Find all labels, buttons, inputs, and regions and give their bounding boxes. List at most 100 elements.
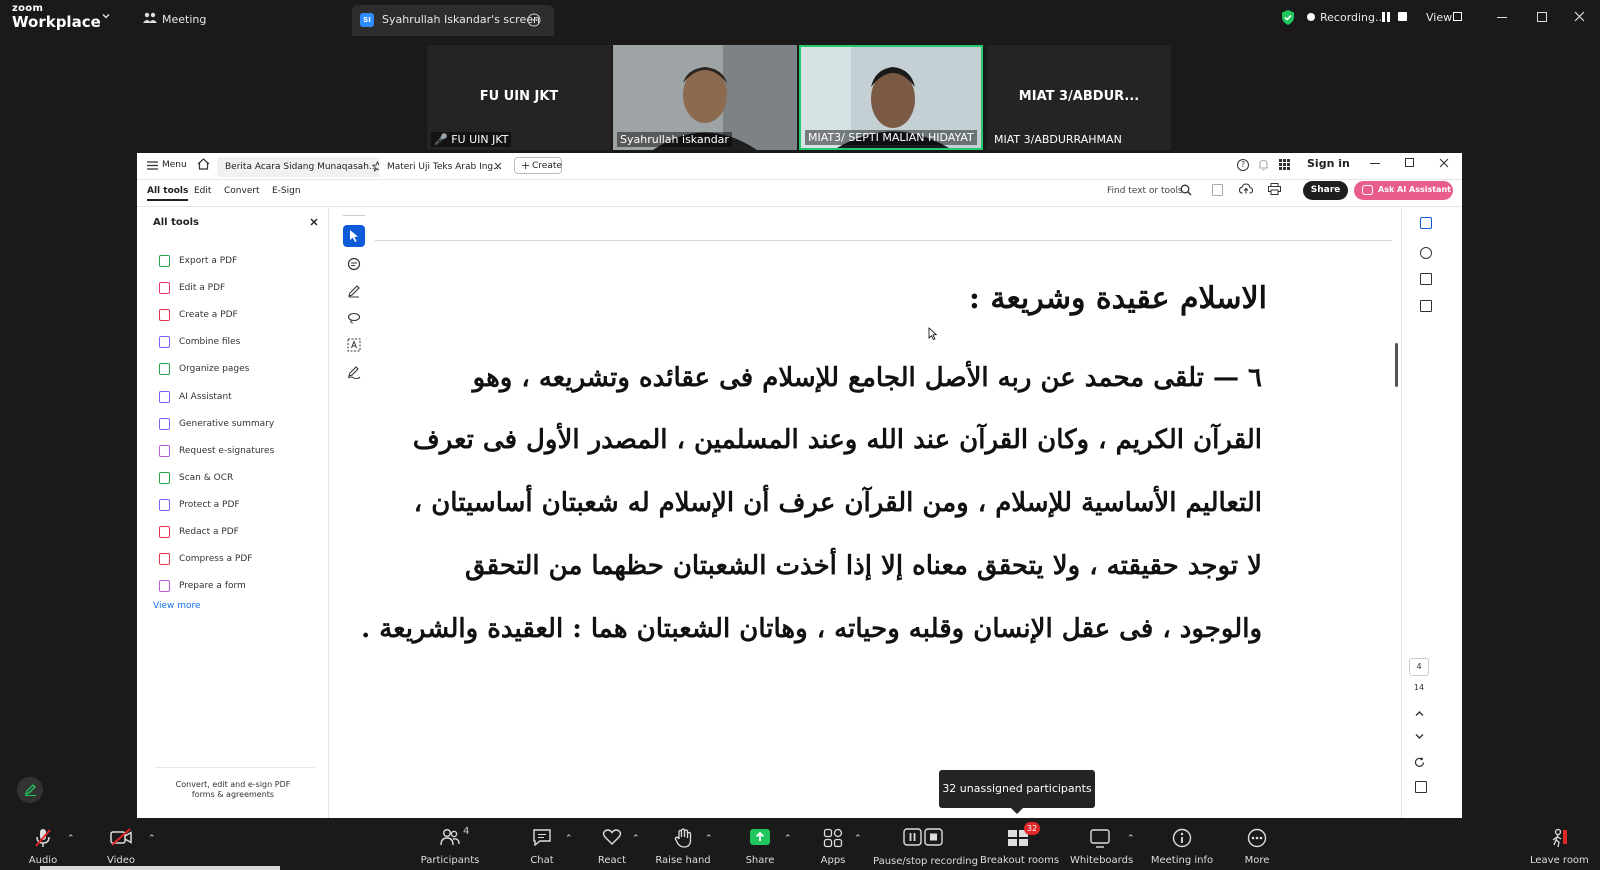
meeting-tab-label[interactable]: Meeting [162,13,206,26]
share-options-caret[interactable]: ⌃ [784,834,792,844]
apps-options-caret[interactable]: ⌃ [854,834,862,844]
menubar-edit[interactable]: Edit [194,186,211,196]
whiteboard-icon [1090,829,1110,848]
hamburger-menu-icon[interactable] [147,161,158,170]
print-icon[interactable] [1268,183,1281,195]
video-tile-syahrullah[interactable]: Syahrullah iskandar [613,45,797,150]
ask-ai-assistant-button[interactable]: Ask AI Assistant [1354,181,1453,200]
tool-item[interactable]: Prepare a form [159,576,246,596]
home-icon[interactable] [197,158,210,170]
text-select-tool-icon[interactable] [343,334,365,356]
find-text-input[interactable]: Find text or tools [1107,186,1183,196]
close-panel-icon[interactable] [310,218,318,226]
vertical-scrollbar[interactable] [1395,343,1398,387]
participant-name-center: FU UIN JKT [479,89,559,104]
video-off-icon [110,828,132,846]
video-options-caret[interactable]: ⌃ [148,834,156,844]
create-button[interactable]: + Create [514,157,562,174]
chevron-up-icon[interactable] [1415,710,1424,717]
stop-recording-icon[interactable] [1398,12,1407,21]
audio-options-caret[interactable]: ⌃ [67,834,75,844]
minimize-icon[interactable] [1497,17,1507,18]
menubar-convert[interactable]: Convert [224,186,260,196]
page-number-input[interactable]: 4 [1409,658,1429,676]
video-tile-abdurrahman[interactable]: MIAT 3/ABDUR... MIAT 3/ABDURRAHMAN [987,45,1171,150]
view-more-link[interactable]: View more [153,601,201,611]
whiteboards-button[interactable]: Whiteboards [1070,820,1133,870]
pause-stop-recording-button[interactable]: Pause/stop recording [873,820,978,870]
menu-button[interactable]: Menu [162,160,187,170]
tool-item[interactable]: Combine files [159,332,240,352]
comment-tool-icon[interactable] [343,253,365,275]
comments-sidebar-icon[interactable] [1420,247,1432,259]
help-icon[interactable]: ? [1237,159,1249,171]
breakout-rooms-button[interactable]: 32 Breakout rooms [980,820,1059,870]
tool-item[interactable]: Export a PDF [159,251,237,271]
tool-item-label: Protect a PDF [179,499,240,510]
close-icon[interactable] [1574,11,1585,22]
react-options-caret[interactable]: ⌃ [632,834,640,844]
bookmark-sidebar-icon[interactable] [1420,273,1432,285]
tab-berita-acara[interactable]: Berita Acara Sidang Munaqasah... [217,157,386,177]
video-button[interactable]: Video [100,820,142,870]
chat-options-caret[interactable]: ⌃ [565,834,573,844]
chat-button[interactable]: Chat [523,820,561,870]
acrobat-restore-icon[interactable] [1405,158,1414,167]
menubar-all-tools[interactable]: All tools [147,186,189,201]
doc-line: التعاليم الأساسية للإسلام ، ومن القرآن ع… [413,488,1262,518]
refresh-icon[interactable] [1414,757,1425,768]
sign-in-button[interactable]: Sign in [1307,157,1350,170]
meeting-info-button[interactable]: Meeting info [1150,820,1214,870]
more-options-icon[interactable] [527,13,541,27]
raise-hand-button[interactable]: Raise hand [655,820,711,870]
leave-room-button[interactable]: Leave room [1530,820,1589,870]
apps-grid-icon[interactable] [1279,159,1290,170]
tool-item[interactable]: Edit a PDF [159,278,225,298]
tool-item[interactable]: Scan & OCR [159,468,233,488]
tool-item[interactable]: Compress a PDF [159,549,252,569]
search-icon[interactable] [1180,184,1192,196]
more-button[interactable]: More [1237,820,1277,870]
pause-recording-icon[interactable] [1382,12,1385,22]
raise-hand-options-caret[interactable]: ⌃ [705,834,713,844]
tool-item[interactable]: Redact a PDF [159,522,239,542]
restore-icon[interactable] [1537,12,1547,22]
tool-item[interactable]: Request e-signatures [159,441,274,461]
apps-button[interactable]: Apps [815,820,851,870]
video-tile-fu-uin[interactable]: FU UIN JKT 🎤 FU UIN JKT [427,45,611,150]
acrobat-minimize-icon[interactable] [1370,163,1380,164]
edit-pdf-sidebar-icon[interactable] [1420,217,1432,229]
chevron-down-icon[interactable] [101,11,111,21]
close-tab-icon[interactable] [494,162,502,170]
acrobat-close-icon[interactable] [1439,158,1449,168]
tool-item[interactable]: Protect a PDF [159,495,240,515]
participants-button[interactable]: 4 Participants [418,820,482,870]
annotate-button[interactable] [17,777,43,803]
lasso-tool-icon[interactable] [343,307,365,329]
react-button[interactable]: React [593,820,631,870]
bell-icon[interactable] [1258,159,1269,171]
sign-tool-icon[interactable] [343,361,365,383]
video-tile-septi[interactable]: MIAT3/ SEPTI MALIAN HIDAYAT [799,45,983,150]
tool-item[interactable]: Organize pages [159,359,249,379]
tool-item[interactable]: AI Assistant [159,387,232,407]
view-menu-button[interactable]: View [1426,11,1452,24]
menubar-esign[interactable]: E-Sign [272,186,301,196]
mouse-cursor-icon [928,327,937,340]
shared-screen-tab[interactable]: SI Syahrullah Iskandar's screen [352,5,554,36]
encryption-shield-icon[interactable] [1281,10,1295,25]
select-tool-button[interactable] [343,225,365,247]
tool-item[interactable]: Generative summary [159,414,274,434]
share-button[interactable]: Share [1303,181,1348,200]
save-icon[interactable] [1212,184,1223,196]
tab-materi-uji[interactable]: Materi Uji Teks Arab Ing... [379,157,510,177]
tool-item[interactable]: Create a PDF [159,305,238,325]
document-properties-icon[interactable] [1415,781,1427,793]
pages-sidebar-icon[interactable] [1420,300,1432,312]
whiteboards-options-caret[interactable]: ⌃ [1127,834,1135,844]
share-screen-button[interactable]: Share [740,820,780,870]
chevron-down-icon[interactable] [1415,733,1424,740]
audio-button[interactable]: Audio [22,820,64,870]
upload-cloud-icon[interactable] [1239,183,1253,195]
pencil-tool-icon[interactable] [343,280,365,302]
